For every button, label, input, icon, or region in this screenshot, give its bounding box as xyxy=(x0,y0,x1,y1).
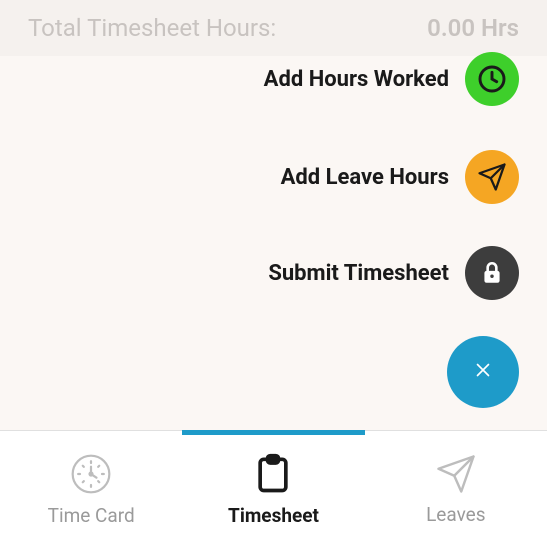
clock-icon xyxy=(476,63,508,95)
fab-menu: Add Hours Worked Add Leave Hours Submit … xyxy=(0,56,547,434)
total-hours-label: Total Timesheet Hours: xyxy=(28,14,276,42)
add-hours-worked-button[interactable] xyxy=(465,52,519,106)
add-leave-hours-label: Add Leave Hours xyxy=(281,165,449,190)
tab-timesheet[interactable]: Timesheet xyxy=(182,431,364,548)
total-hours-value: 0.00 Hrs xyxy=(427,14,519,42)
tab-timesheet-label: Timesheet xyxy=(228,504,319,527)
tab-bar: Time Card Timesheet Leaves xyxy=(0,430,547,548)
tab-leaves-label: Leaves xyxy=(426,503,485,526)
submit-timesheet-label: Submit Timesheet xyxy=(268,261,449,286)
tab-timecard-label: Time Card xyxy=(48,504,135,527)
header-total-hours: Total Timesheet Hours: 0.00 Hrs xyxy=(0,0,547,56)
submit-timesheet-button[interactable] xyxy=(465,246,519,300)
paper-plane-icon xyxy=(477,162,507,192)
close-fab-button[interactable] xyxy=(447,336,519,408)
clipboard-icon xyxy=(251,452,295,496)
close-icon xyxy=(472,359,494,385)
submit-timesheet-row[interactable]: Submit Timesheet xyxy=(268,246,519,300)
add-hours-worked-row[interactable]: Add Hours Worked xyxy=(264,52,519,106)
tab-leaves[interactable]: Leaves xyxy=(365,431,547,548)
lock-icon xyxy=(479,260,505,286)
tab-timecard[interactable]: Time Card xyxy=(0,431,182,548)
add-leave-hours-button[interactable] xyxy=(465,150,519,204)
clock-outline-icon xyxy=(69,452,113,496)
add-hours-worked-label: Add Hours Worked xyxy=(264,67,449,92)
add-leave-hours-row[interactable]: Add Leave Hours xyxy=(281,150,519,204)
paper-plane-outline-icon xyxy=(435,453,477,495)
